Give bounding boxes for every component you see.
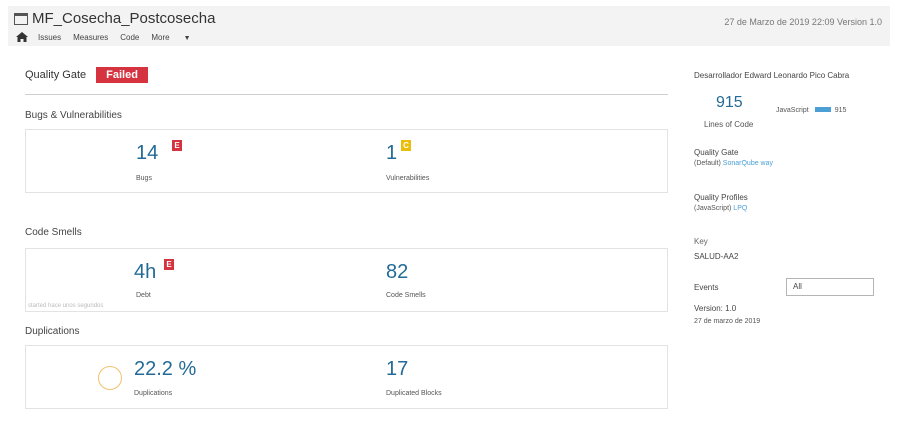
duplicated-blocks-label: Duplicated Blocks — [386, 390, 442, 397]
debt-value[interactable]: 4h — [134, 261, 156, 284]
nav-code[interactable]: Code — [120, 33, 139, 42]
language-lines: 915 — [834, 107, 847, 114]
vulnerabilities-label: Vulnerabilities — [386, 175, 430, 182]
code-smells-panel: 4h E Debt started hace unos segundos 82 … — [25, 248, 668, 312]
analysis-date-version: 27 de Marzo de 2019 22:09 Version 1.0 — [724, 17, 882, 27]
key-value: SALUD-AA2 — [694, 252, 739, 261]
duplications-donut-icon — [98, 366, 122, 390]
nav-issues[interactable]: Issues — [38, 33, 61, 42]
home-icon[interactable] — [16, 32, 28, 42]
quality-gate-row: Quality Gate Failed — [25, 67, 148, 83]
quality-profiles-link[interactable]: LPQ — [733, 205, 747, 212]
bugs-vulnerabilities-panel: 14 E Bugs 1 C Vulnerabilities — [25, 129, 668, 193]
bugs-rating-badge[interactable]: E — [172, 140, 182, 151]
quality-gate-prefix: (Default) — [694, 160, 721, 167]
quality-gate-label: Quality Gate — [25, 69, 87, 81]
language-name: JavaScript — [776, 107, 809, 114]
debt-rating-badge[interactable]: E — [164, 259, 174, 270]
bugs-value[interactable]: 14 — [136, 142, 158, 165]
duplications-title: Duplications — [25, 326, 80, 337]
project-nav: Issues Measures Code More ▼ — [16, 32, 215, 42]
nav-more[interactable]: More ▼ — [151, 33, 202, 42]
duplicated-blocks-value[interactable]: 17 — [386, 358, 408, 381]
debt-label: Debt — [136, 292, 151, 299]
lines-of-code-value[interactable]: 915 — [716, 94, 743, 112]
lines-of-code-label: Lines of Code — [704, 120, 754, 129]
event-version: Version: 1.0 — [694, 304, 737, 313]
project-title[interactable]: MF_Cosecha_Postcosecha — [32, 10, 215, 27]
nav-measures[interactable]: Measures — [73, 33, 108, 42]
analysis-started-text: started hace unos segundos — [28, 303, 104, 309]
project-icon — [14, 12, 28, 25]
duplications-label: Duplications — [134, 390, 173, 397]
code-smells-title: Code Smells — [25, 227, 82, 238]
vulnerabilities-rating-badge[interactable]: C — [401, 140, 411, 151]
vulnerabilities-value[interactable]: 1 — [386, 142, 397, 165]
divider — [25, 94, 668, 95]
project-title-row: MF_Cosecha_Postcosecha — [14, 10, 215, 27]
events-filter-select[interactable]: All — [786, 278, 874, 296]
nav-more-label: More — [151, 32, 170, 42]
chevron-down-icon: ▼ — [183, 34, 191, 42]
quality-gate-side-info: (Default) SonarQube way — [694, 160, 773, 167]
quality-gate-status-badge[interactable]: Failed — [96, 67, 148, 83]
duplications-value[interactable]: 22.2 % — [134, 358, 196, 381]
quality-gate-link[interactable]: SonarQube way — [723, 160, 773, 167]
event-date: 27 de marzo de 2019 — [694, 318, 761, 325]
quality-gate-side-title: Quality Gate — [694, 148, 739, 157]
code-smells-value[interactable]: 82 — [386, 261, 408, 284]
quality-profiles-title: Quality Profiles — [694, 193, 748, 202]
language-distribution: JavaScript 915 — [776, 107, 846, 114]
language-bar — [814, 107, 831, 113]
quality-profiles-info: (JavaScript) LPQ — [694, 205, 747, 212]
bugs-vulnerabilities-title: Bugs & Vulnerabilities — [25, 110, 122, 121]
key-title: Key — [694, 237, 708, 246]
duplications-panel: 22.2 % Duplications 17 Duplicated Blocks — [25, 345, 668, 409]
quality-profiles-prefix: (JavaScript) — [694, 205, 732, 212]
events-title: Events — [694, 283, 719, 292]
code-smells-label: Code Smells — [386, 292, 426, 299]
developer-text: Desarrollador Edward Leonardo Pico Cabra — [694, 71, 850, 80]
project-header: MF_Cosecha_Postcosecha 27 de Marzo de 20… — [8, 6, 890, 46]
bugs-label: Bugs — [136, 175, 152, 182]
